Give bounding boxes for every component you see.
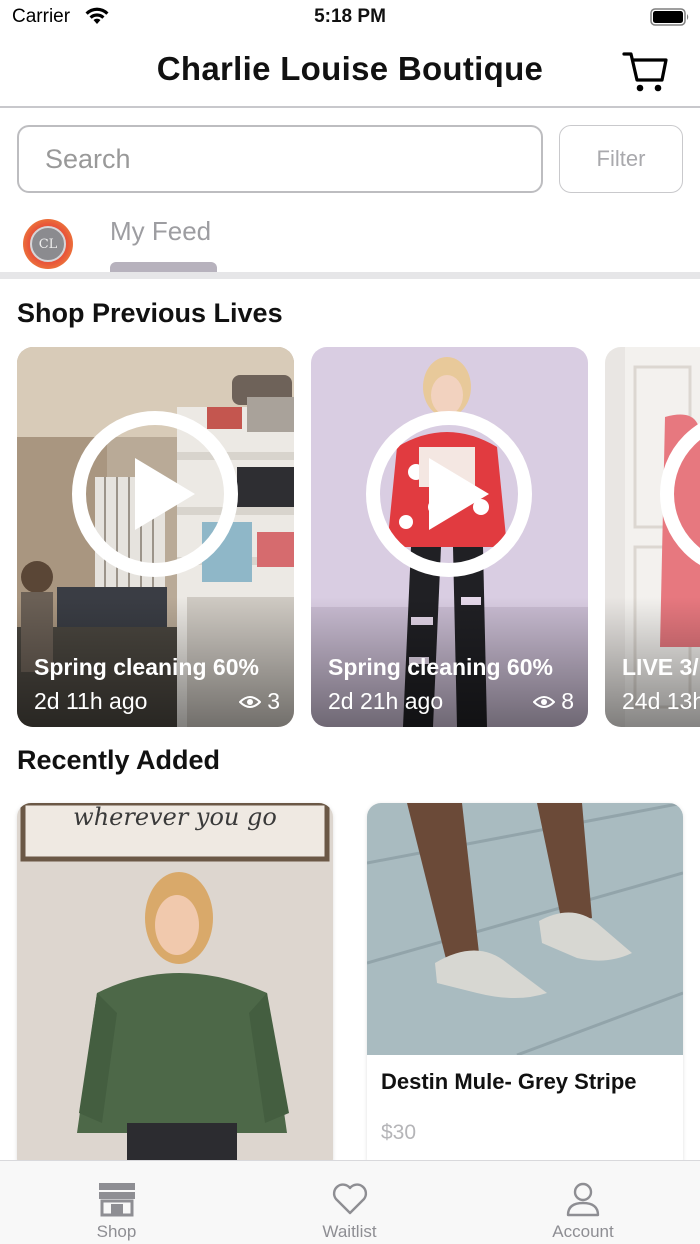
play-icon[interactable]: [365, 410, 533, 578]
live-views: 8: [533, 688, 574, 715]
product-price: $30: [381, 1121, 417, 1144]
tab-waitlist[interactable]: Waitlist: [233, 1161, 466, 1244]
battery-icon: [650, 8, 689, 26]
live-title: Spring cleaning 60%: [34, 654, 259, 680]
live-title: LIVE 3/: [622, 654, 699, 680]
heart-icon: [332, 1183, 367, 1215]
play-icon[interactable]: [659, 410, 700, 578]
tab-label: Shop: [96, 1222, 137, 1241]
section-title-previous-lives: Shop Previous Lives: [17, 298, 283, 328]
sign-text: wherever you go: [73, 803, 277, 831]
boutique-avatar[interactable]: CL: [23, 219, 73, 269]
tab-my-feed[interactable]: My Feed: [110, 216, 211, 247]
views-count: 3: [267, 688, 280, 714]
eye-icon: [239, 695, 262, 708]
section-title-recently-added: Recently Added: [17, 745, 221, 775]
page-title: Charlie Louise Boutique: [156, 50, 544, 87]
tab-bar: Shop Waitlist Account: [0, 1160, 700, 1244]
search-input[interactable]: Search: [17, 125, 543, 193]
status-bar: Carrier 5:18 PM: [0, 0, 700, 36]
eye-icon: [533, 695, 556, 708]
tab-label: Account: [552, 1222, 614, 1241]
status-time: 5:18 PM: [314, 6, 386, 27]
app-header: Charlie Louise Boutique: [0, 36, 700, 108]
live-time: 2d 11h ago: [34, 688, 148, 714]
cart-icon[interactable]: [620, 46, 670, 96]
sign-wherever-you-go: wherever you go: [73, 803, 277, 831]
live-card[interactable]: Spring cleaning 60% 2d 11h ago 3: [17, 347, 294, 727]
live-card[interactable]: Spring cleaning 60% 2d 21h ago 8: [311, 347, 588, 727]
person-icon: [566, 1182, 600, 1217]
product-card[interactable]: Destin Mule- Grey Stripe $30: [367, 803, 683, 1173]
product-card[interactable]: wherever you go: [17, 803, 333, 1173]
product-name: Destin Mule- Grey Stripe: [381, 1069, 637, 1094]
live-views: 3: [239, 688, 280, 715]
live-title: Spring cleaning 60%: [328, 654, 553, 680]
avatar-monogram: CL: [30, 226, 66, 262]
tab-shop[interactable]: Shop: [0, 1161, 233, 1244]
play-icon[interactable]: [71, 410, 239, 578]
live-card[interactable]: LIVE 3/ 24d 13h: [605, 347, 700, 727]
product-image-mules: [367, 803, 683, 1055]
filter-button[interactable]: Filter: [559, 125, 683, 193]
search-placeholder: Search: [45, 143, 131, 174]
live-time: 24d 13h: [622, 688, 700, 714]
tab-account[interactable]: Account: [466, 1161, 700, 1244]
live-time: 2d 21h ago: [328, 688, 444, 714]
tabs-divider: [0, 272, 700, 279]
feed-tabs: CL My Feed: [0, 208, 700, 278]
shop-icon: [98, 1183, 135, 1217]
tab-label: Waitlist: [322, 1222, 377, 1241]
views-count: 8: [561, 688, 574, 714]
